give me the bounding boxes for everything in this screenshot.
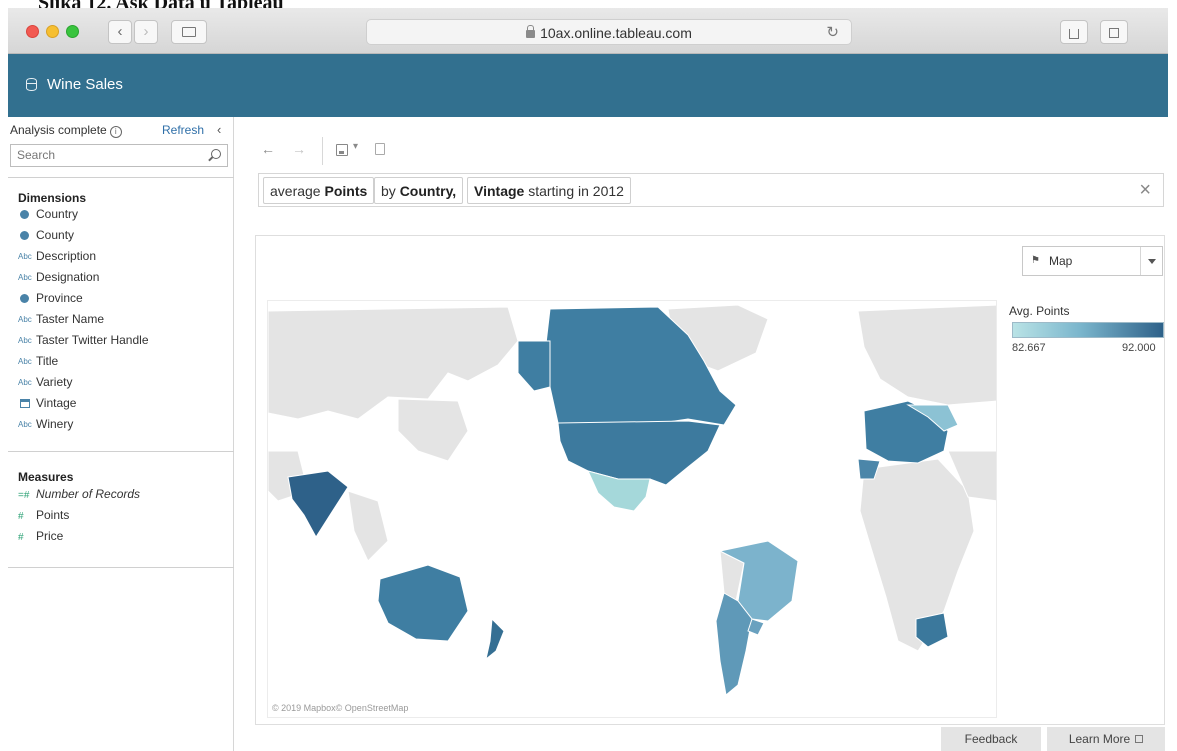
query-pill-vintage[interactable]: Vintage starting in 2012	[467, 177, 631, 204]
query-pill-by-country[interactable]: by Country,	[374, 177, 464, 204]
viz-card: ⚑ Map Avg. Points 82.667 92.000 © 2019 M…	[255, 235, 1165, 725]
lock-icon	[526, 25, 536, 38]
color-legend-bar[interactable]	[1012, 322, 1164, 338]
field-taster-name[interactable]: Abc Taster Name	[18, 312, 104, 329]
abc-icon: Abc	[18, 273, 32, 282]
share-icon	[1069, 29, 1079, 39]
toolbar-separator	[322, 137, 323, 165]
measure-icon: #	[18, 532, 24, 543]
field-title[interactable]: Abc Title	[18, 354, 58, 371]
app-header: Wine Sales	[8, 54, 1168, 117]
map-attribution[interactable]: © 2019 Mapbox© OpenStreetMap	[272, 703, 408, 713]
tabs-icon	[1109, 28, 1119, 38]
share-page-button[interactable]	[1060, 20, 1088, 44]
viz-type-label: Map	[1049, 254, 1073, 268]
legend-max-value: 92.000	[1122, 342, 1156, 354]
divider	[8, 567, 234, 568]
close-window-button[interactable]	[26, 25, 39, 38]
chevron-down-icon[interactable]	[1140, 247, 1162, 275]
learn-more-button[interactable]: Learn More	[1047, 727, 1165, 751]
query-pill-average-points[interactable]: average Points	[263, 177, 375, 204]
measures-title: Measures	[18, 470, 74, 484]
zoom-window-button[interactable]	[66, 25, 79, 38]
analysis-status: Analysis complete i Refresh ‹	[10, 122, 232, 139]
viz-type-select[interactable]: ⚑ Map	[1022, 246, 1163, 276]
save-menu-caret-icon[interactable]: ▾	[353, 141, 358, 152]
reload-icon[interactable]: ↻	[826, 23, 839, 41]
world-map-svg	[268, 301, 996, 717]
calendar-icon	[20, 399, 30, 408]
divider	[8, 451, 234, 452]
ask-data-query-bar[interactable]: average Points by Country, Vintage start…	[258, 173, 1164, 207]
browser-forward-button[interactable]: ›	[134, 20, 158, 44]
browser-toolbar: ‹ › 10ax.online.tableau.com ↻	[8, 8, 1168, 54]
legend-title: Avg. Points	[1009, 304, 1070, 318]
globe-icon	[20, 210, 29, 219]
abc-icon: Abc	[18, 378, 32, 387]
field-variety[interactable]: Abc Variety	[18, 375, 72, 392]
save-icon[interactable]	[336, 144, 348, 156]
abc-icon: Abc	[18, 357, 32, 366]
globe-icon	[20, 294, 29, 303]
tabs-overview-button[interactable]	[1100, 20, 1128, 44]
filled-map[interactable]: © 2019 Mapbox© OpenStreetMap	[267, 300, 997, 718]
datasource-title[interactable]: Wine Sales	[47, 76, 123, 93]
field-price[interactable]: # Price	[18, 529, 63, 546]
field-vintage[interactable]: Vintage	[18, 396, 76, 413]
abc-icon: Abc	[18, 315, 32, 324]
abc-icon: Abc	[18, 420, 32, 429]
abc-icon: Abc	[18, 336, 32, 345]
data-pane: Analysis completei Refresh ‹ Dimensions …	[8, 117, 234, 751]
sidebar-toggle-icon	[182, 27, 196, 37]
search-icon[interactable]	[211, 149, 221, 159]
map-type-icon: ⚑	[1031, 255, 1040, 266]
legend-min-value: 82.667	[1012, 342, 1046, 354]
field-county[interactable]: County	[18, 228, 74, 245]
globe-icon	[20, 231, 29, 240]
field-designation[interactable]: Abc Designation	[18, 270, 99, 287]
measure-icon: =#	[18, 490, 30, 501]
field-search-input[interactable]	[17, 148, 197, 162]
undo-icon[interactable]: ←	[261, 141, 275, 157]
datasource-icon	[26, 78, 37, 91]
measure-icon: #	[18, 511, 24, 522]
field-points[interactable]: # Points	[18, 508, 69, 525]
address-bar[interactable]: 10ax.online.tableau.com ↻	[366, 19, 852, 45]
field-country[interactable]: Country	[18, 207, 78, 224]
abc-icon: Abc	[18, 252, 32, 261]
divider	[8, 177, 234, 178]
sidebar-toggle-button[interactable]	[171, 20, 207, 44]
field-winery[interactable]: Abc Winery	[18, 417, 73, 434]
minimize-window-button[interactable]	[46, 25, 59, 38]
dimensions-title: Dimensions	[18, 191, 87, 205]
refresh-link[interactable]: Refresh	[162, 123, 204, 137]
field-search-box[interactable]	[10, 144, 228, 167]
url-text: 10ax.online.tableau.com	[540, 25, 692, 41]
analysis-status-text: Analysis complete	[10, 123, 107, 137]
external-link-icon	[1135, 735, 1144, 743]
browser-back-button[interactable]: ‹	[108, 20, 132, 44]
collapse-pane-icon[interactable]: ‹	[217, 122, 221, 137]
share-sheet-icon[interactable]	[375, 143, 385, 155]
clear-query-icon[interactable]: ×	[1139, 180, 1151, 200]
field-province[interactable]: Province	[18, 291, 83, 308]
redo-icon[interactable]: →	[292, 141, 306, 157]
field-taster-twitter-handle[interactable]: Abc Taster Twitter Handle	[18, 333, 149, 350]
field-description[interactable]: Abc Description	[18, 249, 96, 266]
field-number-of-records[interactable]: =# Number of Records	[18, 487, 140, 504]
feedback-button[interactable]: Feedback	[941, 727, 1041, 751]
info-icon[interactable]: i	[109, 126, 122, 138]
